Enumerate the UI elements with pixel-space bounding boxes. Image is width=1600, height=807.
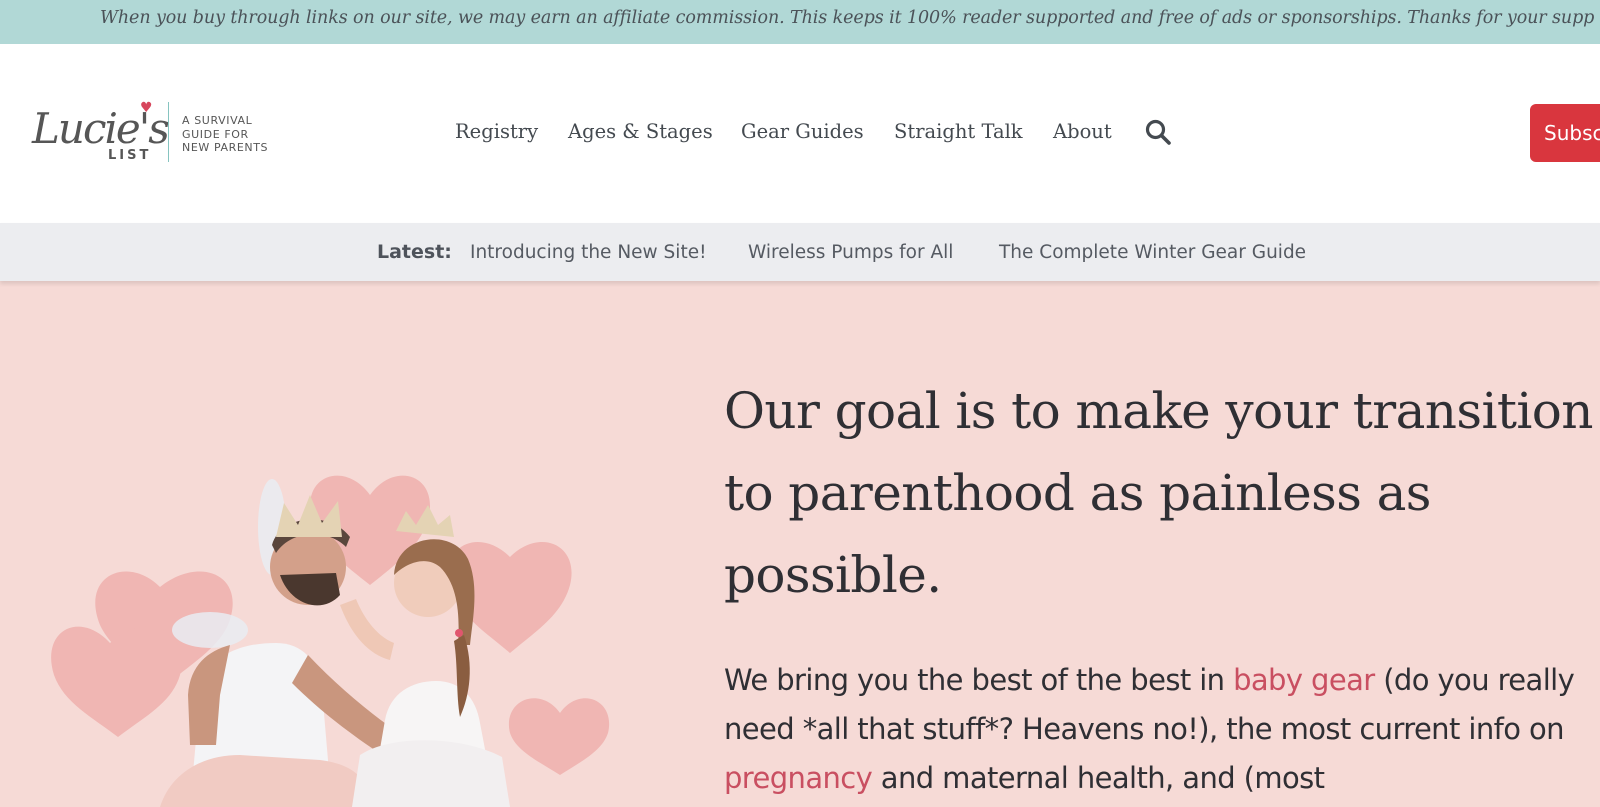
nav-item-about[interactable]: About (1053, 120, 1112, 143)
search-icon[interactable] (1144, 118, 1172, 146)
latest-label: Latest: (377, 241, 452, 263)
latest-link-winter-gear[interactable]: The Complete Winter Gear Guide (999, 242, 1306, 263)
hero-body-text: We bring you the best of the best in (724, 663, 1234, 697)
pregnancy-link[interactable]: pregnancy (724, 761, 873, 795)
hero-body-text: and maternal health, and (most (872, 761, 1325, 795)
baby-gear-link[interactable]: baby gear (1233, 663, 1375, 697)
logo-tagline: A SURVIVAL GUIDE FOR NEW PARENTS (182, 114, 292, 155)
site-logo[interactable]: Lucie's ♥ LIST A SURVIVAL GUIDE FOR NEW … (30, 100, 290, 170)
affiliate-disclosure-text: When you buy through links on our site, … (100, 8, 1595, 28)
hero-body: We bring you the best of the best in bab… (724, 656, 1594, 803)
hero-title: Our goal is to make your transition to p… (724, 382, 1593, 604)
nav-item-ages-stages[interactable]: Ages & Stages (568, 120, 713, 143)
logo-tagline-line: A SURVIVAL (182, 114, 253, 127)
heart-icon: ♥ (140, 100, 153, 116)
subscribe-button[interactable]: Subsc (1530, 104, 1600, 162)
logo-tagline-line: NEW PARENTS (182, 141, 269, 154)
site-header: Lucie's ♥ LIST A SURVIVAL GUIDE FOR NEW … (0, 44, 1600, 223)
logo-divider (168, 102, 169, 162)
latest-bar: Latest: Introducing the New Site! Wirele… (0, 223, 1600, 281)
affiliate-banner: When you buy through links on our site, … (0, 0, 1600, 44)
nav-item-gear-guides[interactable]: Gear Guides (741, 120, 864, 143)
latest-link-wireless-pumps[interactable]: Wireless Pumps for All (748, 242, 953, 263)
logo-tagline-line: GUIDE FOR (182, 127, 249, 141)
latest-link-new-site[interactable]: Introducing the New Site! (470, 242, 707, 263)
nav-item-registry[interactable]: Registry (455, 120, 538, 143)
nav-item-straight-talk[interactable]: Straight Talk (894, 120, 1023, 143)
logo-list-text: LIST (108, 148, 152, 163)
hero-image (51, 475, 610, 807)
